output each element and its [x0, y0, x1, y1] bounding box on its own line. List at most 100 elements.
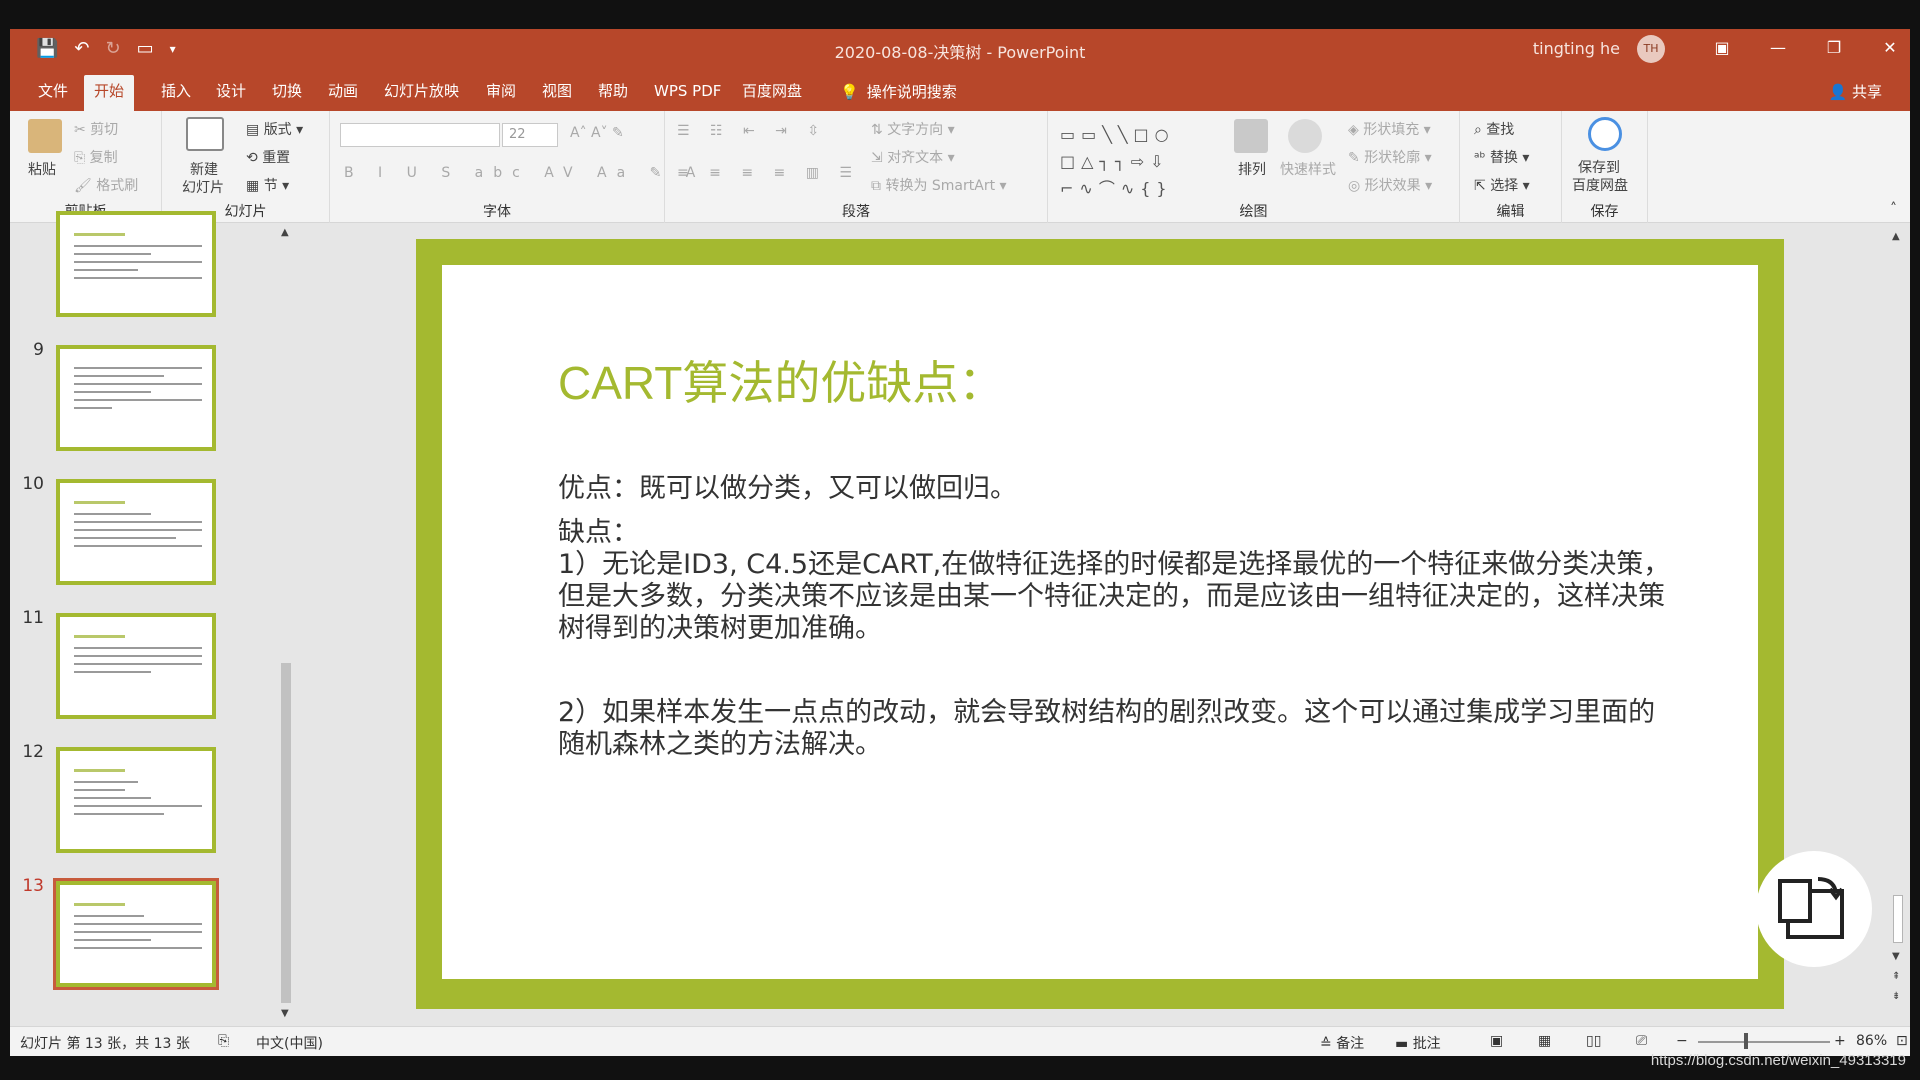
convert-smartart-button[interactable]: ⧉ 转换为 SmartArt ▾ — [871, 175, 1007, 195]
drawing-group-label: 绘图 — [1239, 204, 1268, 220]
shape-effects-button[interactable]: ◎ 形状效果 ▾ — [1348, 175, 1432, 195]
thumbnail-11[interactable]: 11 — [10, 608, 300, 728]
restore-icon[interactable]: ❐ — [1824, 35, 1844, 61]
notes-button[interactable]: ≙ 备注 — [1320, 1033, 1364, 1053]
font-name-box[interactable] — [340, 123, 500, 147]
thumbnail-9[interactable]: 9 — [10, 340, 300, 460]
new-slide-label-2[interactable]: 幻灯片 — [182, 177, 224, 197]
shape-outline-button[interactable]: ✎ 形状轮廓 ▾ — [1348, 147, 1432, 167]
close-icon[interactable]: ✕ — [1880, 35, 1900, 61]
collapse-ribbon-icon[interactable]: ˄ — [1890, 201, 1897, 217]
font-group-label: 字体 — [483, 204, 511, 220]
cut-button[interactable]: ✂ 剪切 — [74, 119, 118, 139]
scroll-down-icon[interactable]: ▼ — [1892, 951, 1900, 962]
thumbnail-number: 11 — [22, 608, 44, 628]
slideshow-view-icon[interactable]: ⎚ — [1636, 1033, 1647, 1049]
tab-baidu-netdisk[interactable]: 百度网盘 — [732, 75, 812, 111]
reset-button[interactable]: ⟲ 重置 — [246, 147, 290, 167]
tab-file[interactable]: 文件 — [28, 75, 78, 111]
paste-button[interactable]: 粘贴 — [28, 159, 56, 179]
thumbnail-10[interactable]: 10 — [10, 474, 300, 594]
next-slide-icon[interactable]: ⇟ — [1892, 991, 1900, 1002]
slide-sorter-icon[interactable]: ▦ — [1538, 1033, 1551, 1049]
thumbnails-scrollbar[interactable]: ▲ ▼ — [276, 223, 296, 1026]
spell-check-icon[interactable]: ⎘ — [218, 1033, 229, 1049]
scroll-up-icon[interactable]: ▲ — [281, 227, 289, 238]
thumbnail-12[interactable]: 12 — [10, 742, 300, 862]
thumbnail-image — [56, 345, 216, 451]
tab-review[interactable]: 审阅 — [476, 75, 526, 111]
font-format-buttons[interactable]: B I U S abc AV Aa ✎ A — [344, 165, 705, 181]
paste-icon[interactable] — [28, 119, 62, 153]
new-slide-icon[interactable] — [186, 117, 224, 151]
previous-slide-icon[interactable]: ⇞ — [1892, 971, 1900, 982]
zoom-slider-thumb[interactable] — [1744, 1033, 1748, 1049]
comments-button[interactable]: ▬ 批注 — [1395, 1033, 1441, 1053]
user-name[interactable]: tingting he — [1533, 39, 1620, 58]
language-indicator[interactable]: 中文(中国) — [256, 1033, 323, 1053]
scroll-down-icon[interactable]: ▼ — [281, 1008, 289, 1019]
cons-item-1: 1）无论是ID3, C4.5还是CART,在做特征选择的时候都是选择最优的一个特… — [558, 549, 1671, 644]
save-to-label-1[interactable]: 保存到 — [1578, 157, 1620, 177]
scrollbar-thumb[interactable] — [281, 663, 291, 1003]
slide-body[interactable]: 优点：既可以做分类，又可以做回归。 缺点： 1）无论是ID3, C4.5还是CA… — [558, 473, 1678, 761]
list-buttons[interactable]: ☰ ☷ ⇤ ⇥ ⇳ — [677, 123, 827, 139]
save-to-label-2[interactable]: 百度网盘 — [1572, 175, 1628, 195]
quick-styles-button[interactable]: 快速样式 — [1280, 159, 1336, 179]
avatar[interactable]: TH — [1637, 35, 1665, 63]
tab-help[interactable]: 帮助 — [588, 75, 638, 111]
ribbon-display-options-icon[interactable]: ▣ — [1712, 35, 1732, 61]
thumbnail-image — [56, 747, 216, 853]
share-button[interactable]: 👤 共享 — [1829, 81, 1882, 102]
tab-home[interactable]: 开始 — [84, 75, 135, 111]
arrange-icon[interactable] — [1234, 119, 1268, 153]
thumbnail-13[interactable]: 13 — [10, 876, 300, 996]
align-buttons[interactable]: ≡ ≡ ≡ ≡ ▥ ☰ — [677, 165, 860, 181]
tell-me-search[interactable]: 💡 操作说明搜索 — [840, 81, 957, 102]
tab-view[interactable]: 视图 — [532, 75, 582, 111]
tab-transitions[interactable]: 切换 — [262, 75, 312, 111]
pros-text: 优点：既可以做分类，又可以做回归。 — [558, 473, 1017, 504]
baidu-cloud-icon[interactable] — [1588, 117, 1622, 151]
shape-fill-button[interactable]: ◈ 形状填充 ▾ — [1348, 119, 1431, 139]
current-slide[interactable]: CART算法的优缺点： 优点：既可以做分类，又可以做回归。 缺点： 1）无论是I… — [442, 265, 1758, 979]
layout-button[interactable]: ▤ 版式 ▾ — [246, 119, 303, 139]
reading-view-icon[interactable]: ▯▯ — [1586, 1033, 1601, 1049]
select-button[interactable]: ⇱ 选择 ▾ — [1474, 175, 1530, 195]
zoom-in-icon[interactable]: + — [1834, 1033, 1846, 1049]
watermark: https://blog.csdn.net/weixin_49313319 — [1650, 1052, 1906, 1069]
ribbon-tabs: 文件 开始 插入 设计 切换 动画 幻灯片放映 审阅 视图 帮助 WPS PDF… — [10, 69, 1910, 111]
quick-styles-icon[interactable] — [1288, 119, 1322, 153]
scrollbar-thumb[interactable] — [1893, 895, 1903, 943]
replace-button[interactable]: ᵃᵇ 替换 ▾ — [1474, 147, 1529, 167]
normal-view-icon[interactable]: ▣ — [1490, 1033, 1503, 1049]
rotate-screen-button[interactable] — [1756, 851, 1872, 967]
grow-font-icon[interactable]: A˄ A˅ ✎ — [570, 125, 624, 141]
format-painter-button[interactable]: 🖌 格式刷 — [74, 175, 138, 195]
thumbnail-image — [53, 878, 219, 990]
tell-me-label: 操作说明搜索 — [866, 83, 957, 101]
align-text-button[interactable]: ⇲ 对齐文本 ▾ — [871, 147, 955, 167]
scroll-up-icon[interactable]: ▲ — [1892, 231, 1900, 242]
text-direction-button[interactable]: ⇅ 文字方向 ▾ — [871, 119, 955, 139]
arrange-button[interactable]: 排列 — [1238, 159, 1266, 179]
section-button[interactable]: ▦ 节 ▾ — [246, 175, 289, 195]
minimize-icon[interactable]: — — [1768, 35, 1788, 61]
zoom-level[interactable]: 86% — [1856, 1033, 1887, 1049]
tab-animations[interactable]: 动画 — [318, 75, 368, 111]
slide-scrollbar[interactable]: ▲ ▼ ⇞ ⇟ — [1890, 231, 1906, 1011]
font-size-box[interactable]: 22 — [502, 123, 558, 147]
tab-wps-pdf[interactable]: WPS PDF — [644, 75, 731, 111]
find-button[interactable]: ⌕ 查找 — [1474, 119, 1514, 139]
slide-title[interactable]: CART算法的优缺点： — [558, 347, 1004, 413]
zoom-slider[interactable] — [1698, 1041, 1830, 1043]
fit-to-window-icon[interactable]: ⊡ — [1896, 1033, 1908, 1049]
thumbnail-8[interactable] — [10, 206, 300, 326]
shapes-gallery[interactable]: ▭▭╲╲□○ □△┐┐⇨⇩ ⌐∿⌒∿{} — [1060, 121, 1210, 201]
new-slide-label-1[interactable]: 新建 — [190, 159, 218, 179]
tab-insert[interactable]: 插入 — [151, 75, 201, 111]
tab-design[interactable]: 设计 — [206, 75, 256, 111]
zoom-out-icon[interactable]: − — [1676, 1033, 1688, 1049]
copy-button[interactable]: ⎘ 复制 — [74, 147, 118, 167]
tab-slideshow[interactable]: 幻灯片放映 — [374, 75, 469, 111]
